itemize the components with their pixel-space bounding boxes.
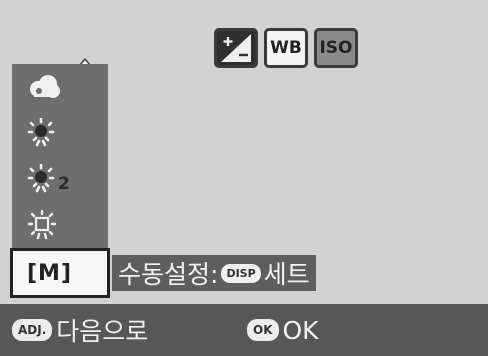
adj-button-icon: ADJ. <box>12 319 53 341</box>
camera-screen: WB ISO 2 [M] 수동설정: DISP 세트 ADJ. 다음으로 OK … <box>0 0 488 356</box>
ok-button-icon: OK <box>247 319 279 341</box>
disp-button-icon: DISP <box>221 263 261 283</box>
fluorescent-icon <box>27 210 57 240</box>
bottom-bar: ADJ. 다음으로 OK OK <box>0 304 488 356</box>
ok-label: OK <box>282 315 319 345</box>
top-icon-row: WB ISO <box>214 28 358 68</box>
exposure-compensation-icon[interactable] <box>214 28 258 68</box>
next-label: 다음으로 <box>56 317 149 346</box>
menu-item-incandescent[interactable] <box>12 110 108 156</box>
menu-item-manual[interactable]: [M] <box>10 248 110 298</box>
manual-setting-hint: 수동설정: DISP 세트 <box>112 255 316 291</box>
fluorescent-2-icon: 2 <box>27 164 70 194</box>
next-action[interactable]: ADJ. 다음으로 <box>12 312 148 348</box>
hint-action: 세트 <box>263 260 310 289</box>
ok-action[interactable]: OK OK <box>247 316 319 345</box>
cloud-icon <box>30 75 60 98</box>
hint-text: 수동설정: <box>118 260 219 289</box>
fluorescent-2-suffix: 2 <box>58 174 70 194</box>
menu-item-fluorescent-2[interactable]: 2 <box>12 156 108 202</box>
iso-icon[interactable]: ISO <box>314 28 358 68</box>
menu-item-fluorescent[interactable] <box>12 202 108 248</box>
incandescent-icon <box>27 118 55 147</box>
manual-wb-label: [M] <box>27 260 73 286</box>
menu-item-cloudy[interactable] <box>12 64 108 110</box>
wb-mode-menu: 2 [M] <box>10 64 110 298</box>
wb-icon[interactable]: WB <box>264 28 308 68</box>
